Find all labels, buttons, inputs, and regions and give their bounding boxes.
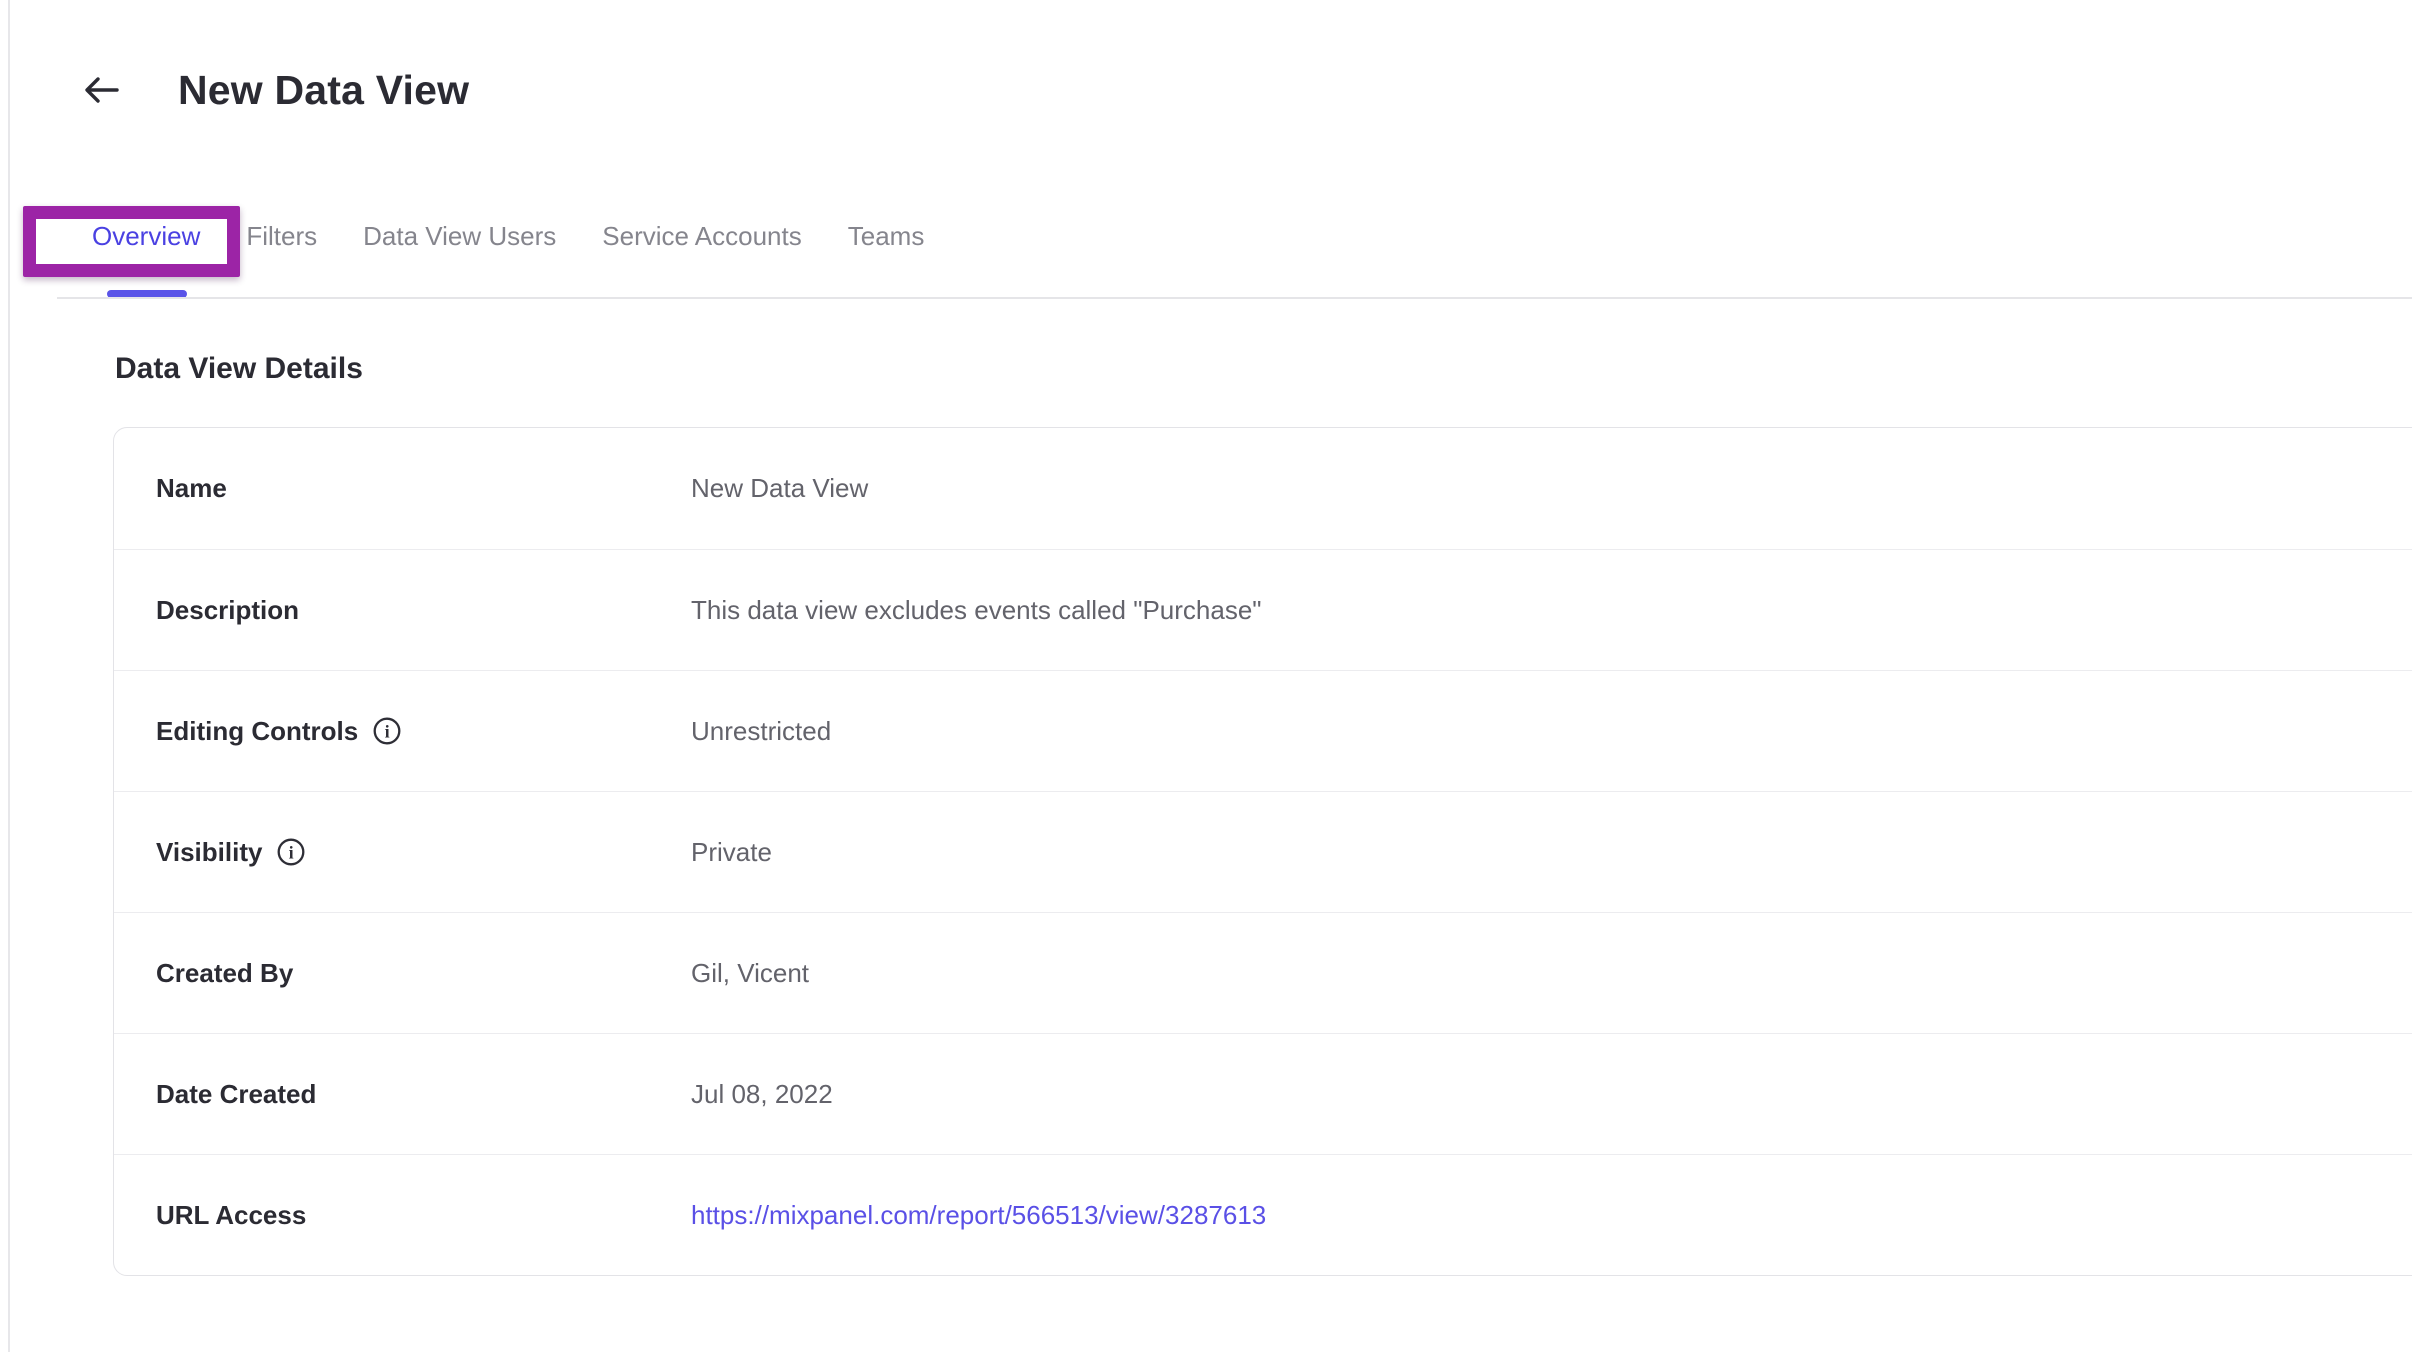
detail-label: Editing Controls i [156,716,691,747]
detail-label: Created By [156,958,691,989]
detail-label-text: Created By [156,958,293,989]
page-title: New Data View [178,67,469,114]
detail-label-text: URL Access [156,1200,306,1231]
data-view-details-card: Name New Data View Description This data… [113,427,2412,1276]
detail-row-name: Name New Data View [114,428,2412,549]
tab-teams[interactable]: Teams [848,221,925,252]
detail-label: Date Created [156,1079,691,1110]
detail-value: Unrestricted [691,716,831,747]
detail-value: Gil, Vicent [691,958,809,989]
detail-label-text: Name [156,473,227,504]
detail-row-url-access: URL Access https://mixpanel.com/report/5… [114,1154,2412,1275]
detail-label: URL Access [156,1200,691,1231]
tab-bar: Overview Filters Data View Users Service… [92,206,924,266]
detail-row-visibility: Visibility i Private [114,791,2412,912]
url-access-link[interactable]: https://mixpanel.com/report/566513/view/… [691,1200,1266,1230]
panel-left-border [8,0,10,1352]
detail-value: https://mixpanel.com/report/566513/view/… [691,1200,1266,1231]
detail-label-text: Editing Controls [156,716,358,747]
info-icon[interactable]: i [276,837,306,867]
section-heading: Data View Details [115,352,363,386]
detail-label-text: Date Created [156,1079,316,1110]
detail-row-editing-controls: Editing Controls i Unrestricted [114,670,2412,791]
detail-label: Visibility i [156,837,691,868]
detail-label-text: Visibility [156,837,262,868]
detail-value: Private [691,837,772,868]
detail-value: Jul 08, 2022 [691,1079,833,1110]
tab-overview[interactable]: Overview [92,221,200,252]
detail-row-date-created: Date Created Jul 08, 2022 [114,1033,2412,1154]
tab-filters[interactable]: Filters [246,221,317,252]
tab-data-view-users[interactable]: Data View Users [363,221,556,252]
info-icon[interactable]: i [372,716,402,746]
detail-value: This data view excludes events called "P… [691,595,1262,626]
svg-text:i: i [385,722,390,742]
arrow-left-icon [83,73,121,107]
tab-service-accounts[interactable]: Service Accounts [602,221,801,252]
svg-text:i: i [289,843,294,863]
tab-bar-divider [57,297,2412,299]
page-header: New Data View [82,60,469,120]
detail-row-created-by: Created By Gil, Vicent [114,912,2412,1033]
detail-label: Name [156,473,691,504]
detail-label: Description [156,595,691,626]
back-button[interactable] [82,70,122,110]
detail-value: New Data View [691,473,868,504]
detail-row-description: Description This data view excludes even… [114,549,2412,670]
detail-label-text: Description [156,595,299,626]
